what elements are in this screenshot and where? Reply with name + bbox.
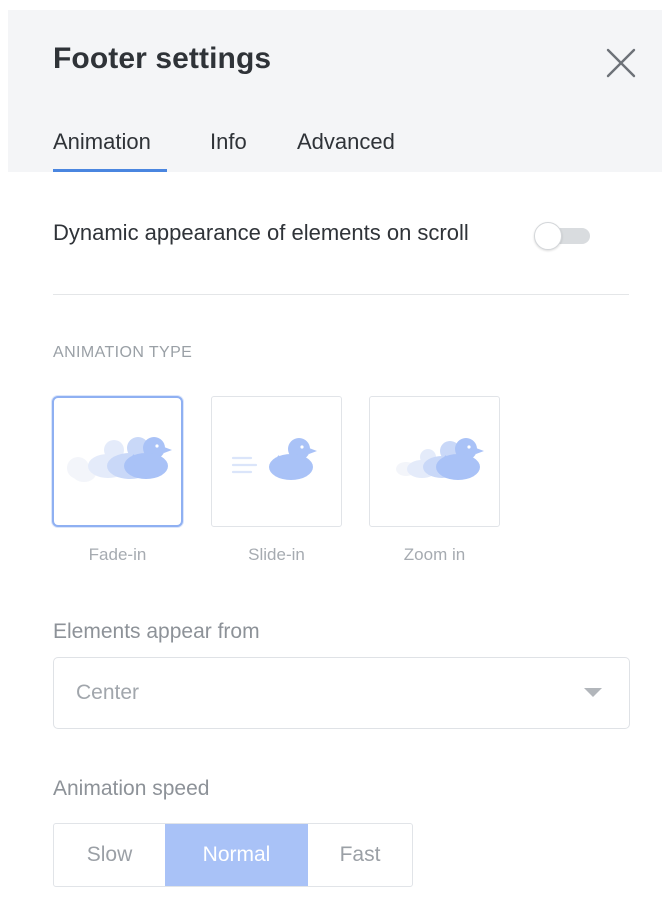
animation-speed-label: Animation speed	[53, 777, 210, 800]
appear-from-label: Elements appear from	[53, 620, 260, 643]
animation-type-heading: ANIMATION TYPE	[53, 344, 193, 361]
animation-option-label-fade-in: Fade-in	[88, 545, 147, 564]
fade-in-duck-icon	[67, 437, 172, 482]
scroll-animation-label: Dynamic appearance of elements on scroll	[53, 220, 469, 245]
animation-option-slide-in[interactable]	[211, 396, 342, 527]
zoom-in-duck-icon	[396, 438, 484, 480]
tab-advanced[interactable]: Advanced	[297, 120, 411, 172]
chevron-down-icon	[584, 688, 602, 697]
panel-header: Footer settings Animation Info Advanced	[8, 10, 662, 172]
toggle-knob	[534, 222, 562, 250]
animation-speed-selector: Slow Normal Fast	[53, 823, 413, 887]
appear-from-select[interactable]: Center	[53, 657, 630, 729]
tab-animation[interactable]: Animation	[53, 120, 167, 172]
animation-option-zoom-in[interactable]	[369, 396, 500, 527]
scroll-animation-toggle[interactable]	[534, 222, 590, 250]
animation-option-label-zoom-in: Zoom in	[403, 545, 466, 564]
settings-tabs: Animation Info Advanced	[53, 120, 411, 172]
speed-option-fast[interactable]: Fast	[308, 824, 412, 886]
close-button[interactable]	[604, 46, 638, 80]
scroll-animation-row: Dynamic appearance of elements on scroll	[53, 214, 613, 256]
divider	[53, 294, 629, 295]
speed-option-slow[interactable]: Slow	[54, 824, 165, 886]
animation-option-label-slide-in: Slide-in	[248, 545, 305, 564]
close-icon	[606, 48, 636, 78]
slide-in-duck-icon	[231, 438, 317, 480]
tab-info[interactable]: Info	[210, 120, 254, 172]
appear-from-value: Center	[76, 681, 140, 704]
speed-option-normal[interactable]: Normal	[165, 824, 308, 886]
footer-settings-panel: Footer settings Animation Info Advanced …	[0, 0, 662, 917]
animation-option-fade-in[interactable]	[52, 396, 183, 527]
panel-title: Footer settings	[53, 42, 272, 75]
